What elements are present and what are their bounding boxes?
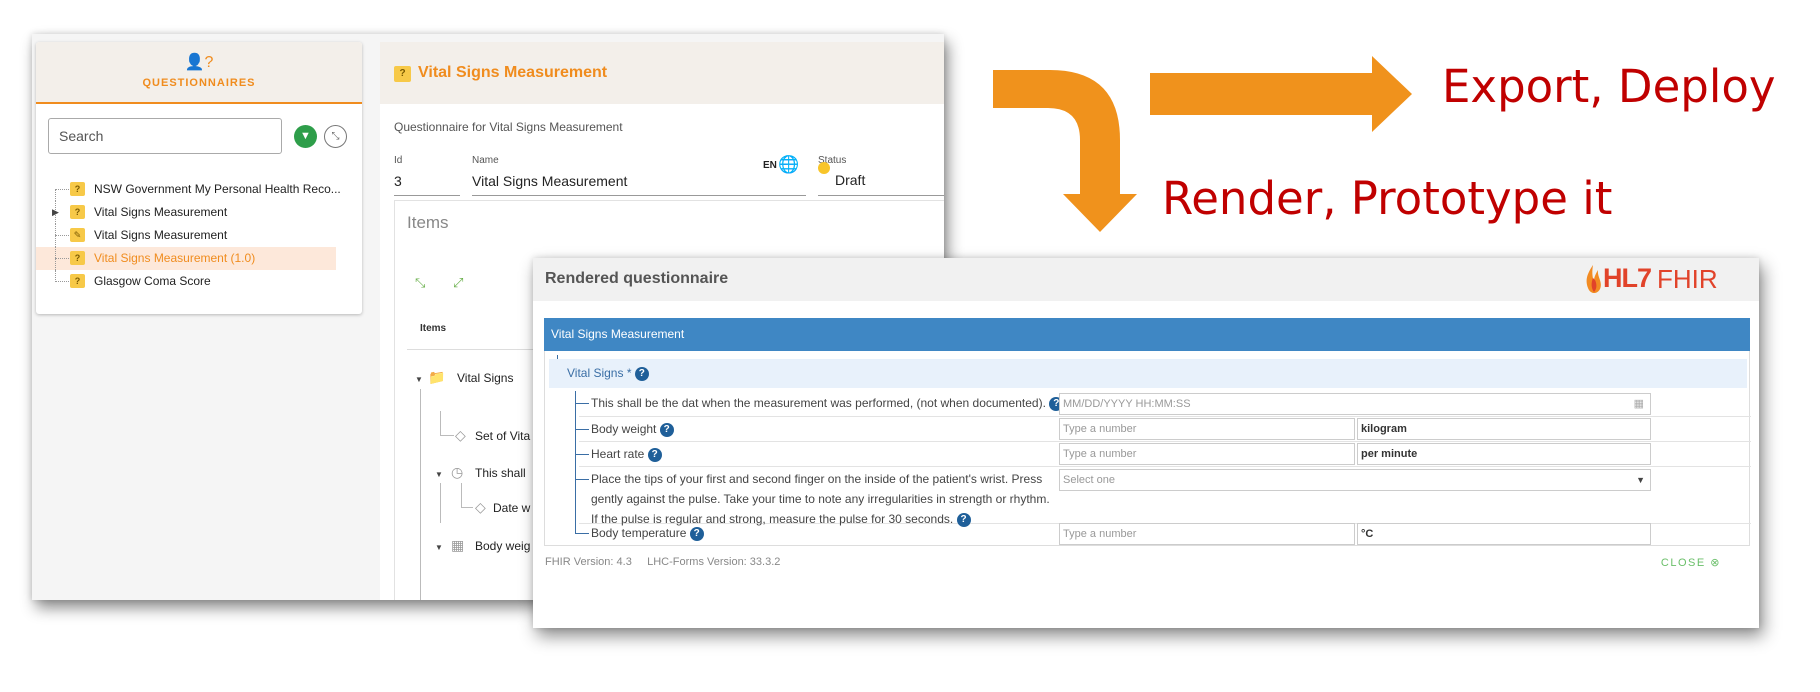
question-label: Heart rate ?	[591, 444, 662, 464]
form-title-bar: Vital Signs Measurement	[544, 318, 1750, 351]
fhir-text: FHIR	[1657, 264, 1718, 294]
dialog-header: Rendered questionnaire HL7 FHIR	[533, 258, 1759, 301]
group-label: Vital Signs * ?	[567, 366, 649, 381]
hl7-text: HL7	[1603, 263, 1652, 293]
group-row-vital-signs: Vital Signs * ?	[549, 359, 1747, 388]
body-weight-unit[interactable]: kilogram	[1357, 418, 1651, 440]
question-label: Body temperature ?	[591, 523, 704, 543]
question-row-body-temperature: Body temperature ? Type a number °C	[575, 523, 1751, 546]
fhir-version: FHIR Version: 4.3	[545, 556, 632, 568]
dialog-footer: FHIR Version: 4.3 LHC-Forms Version: 33.…	[545, 556, 780, 568]
export-arrow	[1150, 56, 1412, 132]
render-prototype-label: Render, Prototype it	[1162, 172, 1613, 225]
body-weight-input[interactable]: Type a number	[1059, 418, 1355, 440]
hl7-fhir-logo: HL7 FHIR	[1583, 263, 1733, 297]
pulse-select[interactable]: Select one ▼	[1059, 469, 1651, 491]
help-icon[interactable]: ?	[659, 422, 674, 437]
dropdown-icon[interactable]: ▼	[1636, 470, 1645, 490]
question-label: Body weight ?	[591, 419, 674, 439]
datetime-input[interactable]: MM/DD/YYYY HH:MM:SS ▦	[1059, 393, 1651, 415]
question-row-body-weight: Body weight ? Type a number kilogram	[575, 417, 1751, 442]
dialog-title: Rendered questionnaire	[545, 270, 729, 287]
export-deploy-label: Export, Deploy	[1442, 60, 1776, 113]
help-icon[interactable]: ?	[634, 366, 649, 381]
question-row-pulse: Place the tips of your first and second …	[575, 467, 1751, 527]
flame-icon	[1586, 265, 1601, 294]
lhc-form: Vital Signs Measurement Vital Signs * ? …	[544, 318, 1751, 546]
calendar-icon[interactable]: ▦	[1634, 394, 1644, 414]
question-row-datetime: This shall be the dat when the measureme…	[575, 391, 1751, 417]
heart-rate-unit[interactable]: per minute	[1357, 443, 1651, 465]
question-label: Place the tips of your first and second …	[591, 472, 1050, 527]
render-arrow	[993, 70, 1137, 232]
body-temperature-unit[interactable]: °C	[1357, 523, 1651, 545]
heart-rate-input[interactable]: Type a number	[1059, 443, 1355, 465]
close-button[interactable]: CLOSE ⊗	[1661, 556, 1721, 569]
help-icon[interactable]: ?	[689, 526, 704, 541]
body-temperature-input[interactable]: Type a number	[1059, 523, 1355, 545]
close-circle-icon: ⊗	[1710, 557, 1721, 569]
question-row-heart-rate: Heart rate ? Type a number per minute	[575, 442, 1751, 467]
rendered-questionnaire-dialog: Rendered questionnaire HL7 FHIR Vital Si…	[533, 258, 1759, 628]
help-icon[interactable]: ?	[647, 447, 662, 462]
question-label: This shall be the dat when the measureme…	[591, 393, 1064, 413]
lhc-forms-version: LHC-Forms Version: 33.3.2	[647, 556, 781, 568]
